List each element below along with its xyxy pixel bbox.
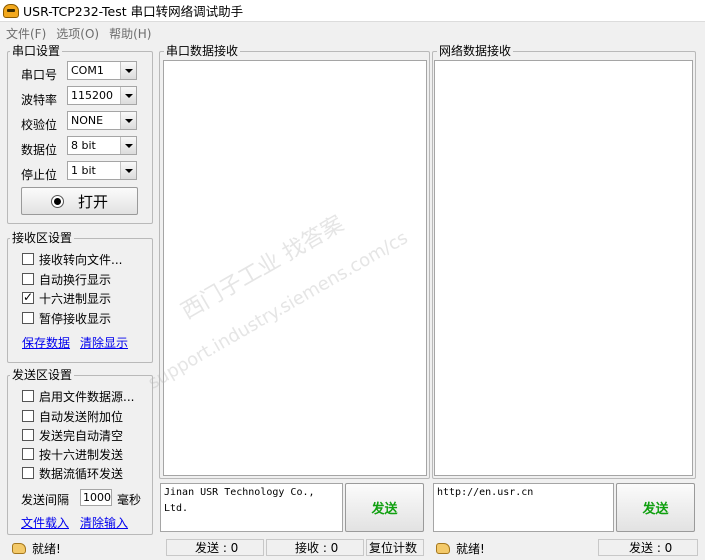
auto-clear-option[interactable]: 发送完自动清空 [22,427,123,443]
recv-count-text: 接收 : 0 [295,541,339,555]
menu-options[interactable]: 选项(O) [50,25,103,42]
checkbox[interactable] [22,410,34,422]
chevron-down-icon[interactable] [120,87,136,104]
send-count: 发送 : 0 [166,539,264,556]
right-status: 就绪! [436,541,485,556]
serial-send-label: 发送 [371,502,398,517]
radio-indicator-icon [50,194,64,208]
chevron-down-icon[interactable] [120,137,136,154]
hand-icon [436,543,450,554]
network-receive-area[interactable] [434,60,693,476]
databits-select[interactable]: 8 bit [67,136,137,155]
port-value: COM1 [71,64,104,77]
network-receive-title: 网络数据接收 [437,44,514,58]
menu-file[interactable]: 文件(F) [0,25,50,42]
databits-value: 8 bit [71,139,96,152]
network-send-input[interactable]: http://en.usr.cn [433,483,614,532]
network-send-button[interactable]: 发送 [616,483,695,532]
stopbits-select[interactable]: 1 bit [67,161,137,180]
interval-input[interactable]: 1000 [80,489,112,506]
serial-settings-title: 串口设置 [10,44,63,58]
checkbox[interactable] [22,253,34,265]
receive-settings-title: 接收区设置 [10,231,75,245]
chevron-down-icon[interactable] [120,62,136,79]
interval-label: 发送间隔 [21,493,70,507]
stopbits-value: 1 bit [71,164,96,177]
file-source-option[interactable]: 启用文件数据源... [22,388,134,404]
reset-count-button[interactable]: 复位计数 [366,539,424,556]
auto-append-label: 自动发送附加位 [39,409,124,424]
checkbox[interactable] [22,273,34,285]
left-status-text: 就绪! [32,542,61,556]
baud-label: 波特率 [21,93,58,107]
baud-value: 115200 [71,89,113,102]
hex-send-option[interactable]: 按十六进制发送 [22,446,123,462]
load-file-link[interactable]: 文件载入 [21,514,69,531]
checkbox[interactable] [22,312,34,324]
pause-receive-option[interactable]: 暂停接收显示 [22,310,111,326]
auto-append-option[interactable]: 自动发送附加位 [22,408,123,424]
loop-send-option[interactable]: 数据流循环发送 [22,465,123,481]
serial-send-button[interactable]: 发送 [345,483,424,532]
loop-send-label: 数据流循环发送 [39,466,124,481]
serial-send-input[interactable]: Jinan USR Technology Co., Ltd. [160,483,343,532]
receive-to-file-label: 接收转向文件... [39,252,123,267]
checkbox[interactable] [22,467,34,479]
pause-receive-label: 暂停接收显示 [39,311,112,326]
recv-count: 接收 : 0 [266,539,364,556]
chevron-down-icon[interactable] [120,162,136,179]
baud-select[interactable]: 115200 [67,86,137,105]
serial-receive-area[interactable] [163,60,427,476]
open-port-label: 打开 [77,192,108,211]
auto-clear-label: 发送完自动清空 [39,428,124,443]
title-bar: USR-TCP232-Test 串口转网络调试助手 [0,0,705,22]
checkbox[interactable] [22,429,34,441]
send-settings-title: 发送区设置 [10,368,75,382]
parity-label: 校验位 [21,118,58,132]
stopbits-label: 停止位 [21,168,58,182]
send-count-text: 发送 : 0 [195,541,239,555]
checkbox-checked[interactable] [22,290,34,304]
receive-to-file-option[interactable]: 接收转向文件... [22,251,122,267]
checkbox[interactable] [22,448,34,460]
chevron-down-icon[interactable] [120,112,136,129]
network-send-label: 发送 [642,502,669,517]
app-icon [3,3,19,18]
open-port-button[interactable]: 打开 [21,187,138,215]
hand-icon [12,543,26,554]
serial-receive-title: 串口数据接收 [164,44,241,58]
interval-unit: 毫秒 [117,493,142,507]
left-status: 就绪! [12,541,61,556]
databits-label: 数据位 [21,143,58,157]
clear-display-link[interactable]: 清除显示 [80,334,128,351]
parity-value: NONE [71,114,104,127]
right-send-count-text: 发送 : 0 [629,541,673,555]
clear-input-link[interactable]: 清除输入 [80,514,128,531]
hex-display-label: 十六进制显示 [39,291,112,306]
right-send-count: 发送 : 0 [598,539,698,556]
menu-bar: 文件(F) 选项(O) 帮助(H) [0,24,705,42]
checkbox[interactable] [22,390,34,402]
right-status-text: 就绪! [456,542,485,556]
port-select[interactable]: COM1 [67,61,137,80]
save-data-link[interactable]: 保存数据 [22,334,70,351]
auto-wrap-option[interactable]: 自动换行显示 [22,271,111,287]
hex-send-label: 按十六进制发送 [39,447,124,462]
auto-wrap-label: 自动换行显示 [39,272,112,287]
reset-count-label: 复位计数 [369,541,418,555]
parity-select[interactable]: NONE [67,111,137,130]
menu-help[interactable]: 帮助(H) [103,25,155,42]
hex-display-option[interactable]: 十六进制显示 [22,290,111,306]
port-label: 串口号 [21,68,58,82]
status-bar: 就绪! 发送 : 0 接收 : 0 复位计数 就绪! 发送 : 0 [0,539,705,560]
file-source-label: 启用文件数据源... [39,389,135,404]
window-title: USR-TCP232-Test 串口转网络调试助手 [23,4,244,19]
